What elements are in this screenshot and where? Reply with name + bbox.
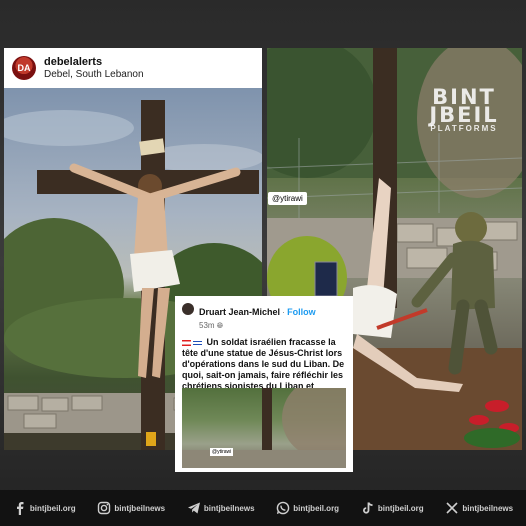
post-image: DA debelalerts Debel, South Lebanon BINT… [0,0,526,526]
instagram-post-header: DA debelalerts Debel, South Lebanon [4,48,262,88]
avatar-initials: DA [17,63,31,73]
tweet-header: Druart Jean-Michel · Follow 53m 🌐︎ [182,302,346,331]
tweet-author-avatar[interactable] [182,303,194,315]
social-label: bintjbeilnews [114,503,166,513]
globe-icon: 🌐︎ [216,321,224,330]
tweet-author-name[interactable]: Druart Jean-Michel [199,307,280,317]
social-label: bintjbeilnews [203,503,255,513]
social-link-facebook[interactable]: bintjbeil.org [13,501,76,515]
follow-button[interactable]: Follow [287,307,316,317]
tweet-timestamp[interactable]: 53m [199,321,215,330]
social-label: bintjbeil.org [29,503,76,513]
bint-jbeil-watermark: BINT JBEIL PLATFORMS [414,87,514,134]
social-label: bintjbeil.org [377,503,424,513]
telegram-icon [187,501,201,515]
watermark-line-2: JBEIL [429,103,499,127]
social-link-telegram[interactable]: bintjbeilnews [187,501,255,515]
thumbnail-illustration [182,388,346,468]
tiktok-icon [361,501,375,515]
lebanon-flag-icon [182,339,191,346]
thumbnail-credit-tag: @ytirawi [210,448,234,456]
social-label: bintjbeil.org [293,503,340,513]
tweet-card[interactable]: Druart Jean-Michel · Follow 53m 🌐︎ Un so… [175,296,353,472]
photo-credit-tag[interactable]: @ytirawi [268,192,307,205]
instagram-icon [97,501,111,515]
social-link-x[interactable]: bintjbeilnews [445,501,513,515]
social-link-whatsapp[interactable]: bintjbeil.org [276,501,339,515]
social-link-tiktok[interactable]: bintjbeil.org [361,501,424,515]
social-links-bar: bintjbeil.org bintjbeilnews bintjbeilnew… [0,490,526,526]
facebook-icon [13,501,27,515]
tweet-media-thumbnail[interactable]: @ytirawi [182,388,346,468]
social-link-instagram[interactable]: bintjbeilnews [97,501,165,515]
account-avatar[interactable]: DA [12,56,36,80]
post-location[interactable]: Debel, South Lebanon [44,69,144,81]
account-username[interactable]: debelalerts [44,56,144,69]
israel-flag-icon [193,339,202,346]
social-label: bintjbeilnews [462,503,514,513]
whatsapp-icon [276,501,290,515]
x-icon [445,501,459,515]
